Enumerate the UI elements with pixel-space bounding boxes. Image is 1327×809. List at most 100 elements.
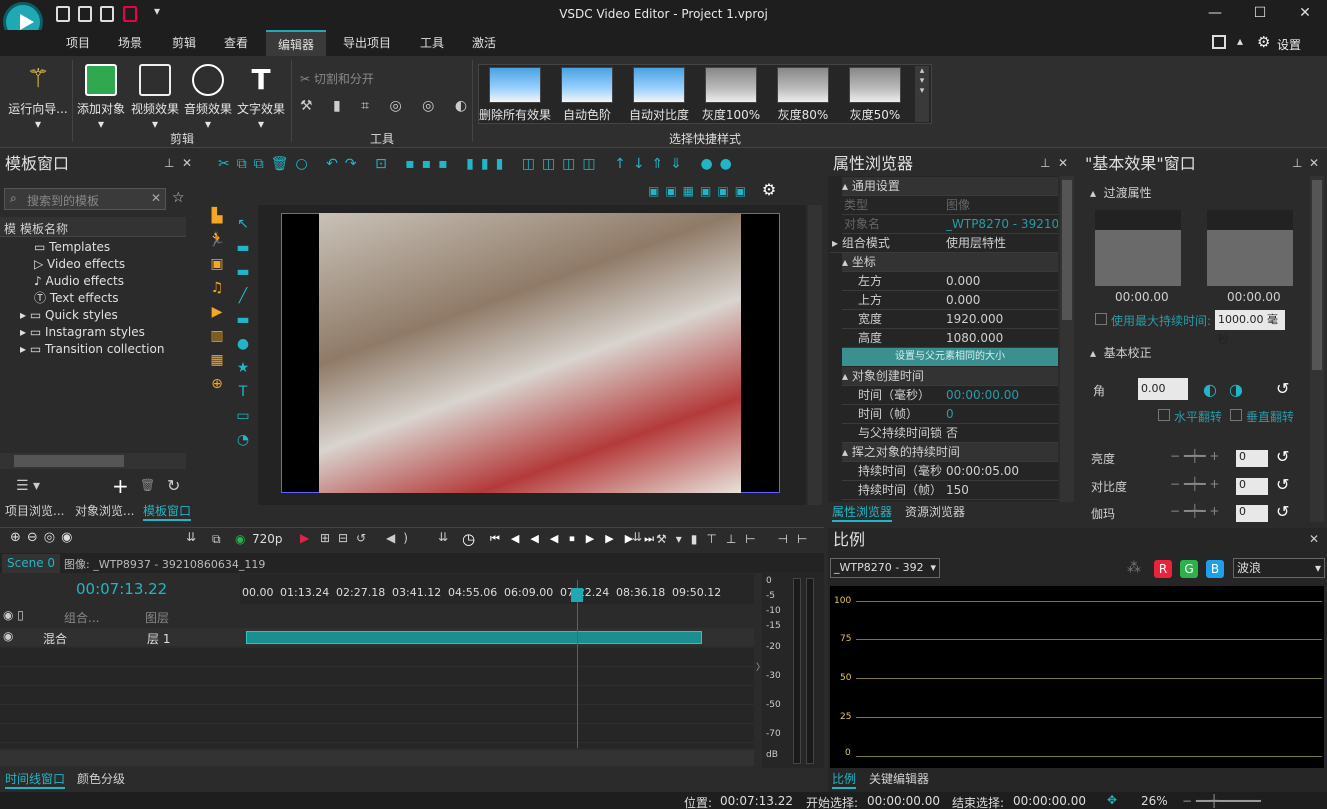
timeline-clip[interactable] xyxy=(246,631,702,644)
fade-out-preview[interactable] xyxy=(1207,210,1293,286)
clear-icon[interactable]: ✕ xyxy=(151,191,161,205)
tree-item[interactable]: ▸ ▭ Quick styles xyxy=(20,307,118,324)
chevron-down-icon[interactable]: ⇊ xyxy=(186,530,196,544)
close-button[interactable]: ✕ xyxy=(1295,5,1315,25)
menu-project[interactable]: 项目 xyxy=(56,30,100,56)
prop-section[interactable]: ▴ 挥之对象的持续时间 xyxy=(842,443,1058,462)
tree-item[interactable]: ▸ ▭ Transition collection xyxy=(20,341,164,358)
prop-value[interactable]: 00:00:05.00 xyxy=(946,462,1019,481)
style-gray-80[interactable] xyxy=(777,67,829,103)
tools-row[interactable]: ⚒ ▮ ⌗ ◎ ◎ ◐ xyxy=(300,98,475,114)
resolution-select[interactable]: 720p xyxy=(252,532,283,546)
tab-object-explorer[interactable]: 对象浏览... xyxy=(75,501,134,521)
list-view-icon[interactable]: ☰ ▾ xyxy=(16,478,40,494)
tree-item[interactable]: ▷ Video effects xyxy=(34,256,125,273)
prop-value[interactable]: 0.000 xyxy=(946,272,980,291)
scope-source-select[interactable]: _WTP8270 - 392 ▾ xyxy=(830,558,940,578)
editor-toolbar[interactable]: ✂⧉⧉🗑○ ↶↷ ⊡ ▪▪▪ ▮▮▮ ◫◫◫◫ ↑↓⇑⇓ ●● xyxy=(204,152,824,176)
style-gray-50[interactable] xyxy=(849,67,901,103)
close-icon[interactable]: ✕ xyxy=(182,156,192,170)
vertical-scrollbar[interactable] xyxy=(808,205,822,505)
timeline-controls-left[interactable]: ⊕⊖◎◉ xyxy=(10,530,78,545)
timeline-hscroll[interactable] xyxy=(0,750,754,766)
audio-effects-button[interactable]: 音频效果 ▾ xyxy=(182,64,234,131)
object-tools-left[interactable]: ▙ 🏃 ▣ ♫ ▶ ▥ ▦ ⊕ xyxy=(204,204,230,504)
correction-section[interactable]: ▴ 基本校正 xyxy=(1090,344,1152,361)
angle-input[interactable]: 0.00 xyxy=(1138,378,1188,400)
tree-item[interactable]: Ⓣ Text effects xyxy=(34,290,119,307)
playhead[interactable] xyxy=(577,580,578,748)
cut-split-button[interactable]: ✂ 切割和分开 xyxy=(300,70,374,87)
chevron-down-icon[interactable]: ⇊ xyxy=(438,530,448,544)
prop-value[interactable]: 1080.000 xyxy=(946,329,1003,348)
wizard-button[interactable]: ⚚ 运行向导... ▾ xyxy=(6,64,70,131)
pin-icon[interactable]: ⊥ xyxy=(1292,156,1302,170)
rotate-90-right-icon[interactable]: ◑ xyxy=(1229,380,1243,399)
prop-row[interactable]: 宽度 1920.000 xyxy=(842,310,1058,329)
delete-icon[interactable]: 🗑 xyxy=(140,478,155,492)
style-remove-all[interactable] xyxy=(489,67,541,103)
menu-editor[interactable]: 编辑器 xyxy=(266,30,326,56)
preview-tools[interactable]: ⊞⊟↺ ◀) xyxy=(320,531,416,545)
eye-icon[interactable]: ◉ xyxy=(3,629,13,643)
prop-row[interactable]: 左方 0.000 xyxy=(842,272,1058,291)
vertical-scrollbar[interactable] xyxy=(1310,176,1324,522)
prop-value[interactable]: 否 xyxy=(946,424,958,443)
chevron-down-icon[interactable]: ⇊ xyxy=(632,530,642,544)
brightness-slider[interactable]: − ━┿━ + xyxy=(1170,449,1230,463)
settings-label[interactable]: 设置 xyxy=(1277,36,1301,53)
maximize-button[interactable]: ☐ xyxy=(1250,5,1270,25)
gear-icon[interactable]: ⚙ xyxy=(762,180,782,199)
style-auto-contrast[interactable] xyxy=(633,67,685,103)
tab-properties[interactable]: 属性浏览器 xyxy=(832,502,893,522)
close-icon[interactable]: ✕ xyxy=(1309,156,1319,170)
prop-row[interactable]: 上方 0.000 xyxy=(842,291,1058,310)
fade-in-preview[interactable] xyxy=(1095,210,1181,286)
star-icon[interactable]: ☆ xyxy=(172,190,185,206)
prop-row[interactable]: ▸ 组合模式 使用层特性 xyxy=(830,234,1058,253)
text-effects-button[interactable]: T 文字效果 ▾ xyxy=(235,64,287,132)
menu-view[interactable]: 查看 xyxy=(214,30,258,56)
tab-key-editor[interactable]: 关键编辑器 xyxy=(869,769,929,789)
collapse-ribbon-icon[interactable]: ▴ xyxy=(1237,34,1243,48)
hflip-checkbox[interactable] xyxy=(1158,409,1170,421)
max-duration-checkbox[interactable] xyxy=(1095,313,1107,325)
video-frame-image[interactable] xyxy=(319,213,741,493)
horizontal-scrollbar[interactable] xyxy=(0,453,186,469)
menu-export[interactable]: 导出项目 xyxy=(336,30,398,56)
prop-row[interactable]: 持续时间（帧） 150 xyxy=(842,481,1058,500)
gear-icon[interactable]: ⚙ xyxy=(1257,33,1270,51)
tab-scene-0[interactable]: Scene 0 xyxy=(2,554,61,573)
prop-row[interactable]: 高度 1080.000 xyxy=(842,329,1058,348)
reset-icon[interactable]: ↺ xyxy=(1276,447,1289,466)
timeline-edit-tools[interactable]: ⚒▾▮⊤⊥⊢ ⊣⊢ xyxy=(656,532,816,546)
prop-row[interactable]: 与父持续时间锁否 xyxy=(842,424,1058,443)
prop-value[interactable]: 0 xyxy=(946,405,954,424)
clock-icon[interactable]: ◷ xyxy=(462,530,475,548)
tab-timeline[interactable]: 时间线窗口 xyxy=(5,769,66,789)
add-template-icon[interactable]: + xyxy=(112,474,129,498)
prop-row[interactable]: 时间（帧） 0 xyxy=(842,405,1058,424)
prop-row[interactable]: 持续时间（毫秒 00:00:05.00 xyxy=(842,462,1058,481)
tree-item[interactable]: ♪ Audio effects xyxy=(34,273,124,290)
record-preview-icon[interactable]: ▶ xyxy=(300,531,309,545)
visibility-icon[interactable]: ◉ ▯ xyxy=(3,608,24,622)
tab-project-explorer[interactable]: 项目浏览... xyxy=(5,501,64,521)
pin-icon[interactable]: ⊥ xyxy=(1040,156,1050,170)
tab-resources[interactable]: 资源浏览器 xyxy=(905,502,965,522)
scope-mode-select[interactable]: 波浪 ▾ xyxy=(1233,558,1325,578)
reset-icon[interactable]: ↺ xyxy=(1276,379,1289,398)
contrast-slider[interactable]: − ━┿━ + xyxy=(1170,477,1230,491)
eye-icon[interactable]: ◉ xyxy=(235,532,245,546)
prop-section[interactable]: ▴ 通用设置 xyxy=(842,177,1058,196)
fit-parent-button[interactable]: 设置与父元素相同的大小 xyxy=(842,348,1058,366)
canvas-options[interactable]: ▣▣▦▣▣▣ ⚙ xyxy=(648,180,824,202)
tab-scope[interactable]: 比例 xyxy=(832,769,857,789)
tab-template-window[interactable]: 模板窗口 xyxy=(143,501,192,521)
minimize-button[interactable]: — xyxy=(1205,5,1225,25)
pin-icon[interactable]: ⊥ xyxy=(164,156,174,170)
gamma-input[interactable]: 0 xyxy=(1236,505,1268,522)
red-channel-toggle[interactable]: R xyxy=(1154,560,1172,578)
menu-tools[interactable]: 工具 xyxy=(410,30,454,56)
prop-section[interactable]: ▴ 坐标 xyxy=(842,253,1058,272)
